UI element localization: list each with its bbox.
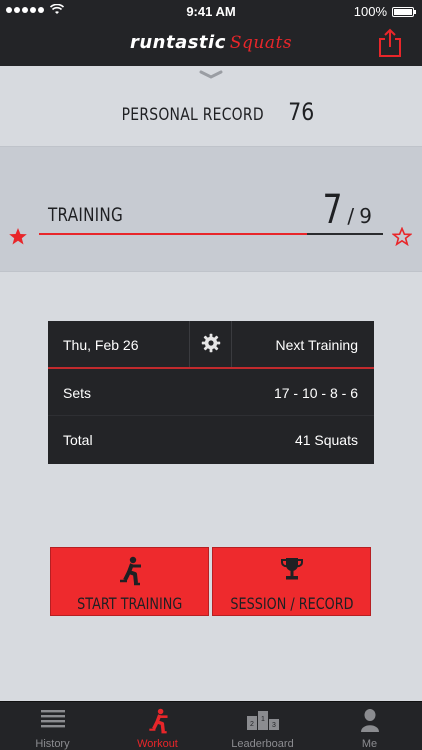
tab-leaderboard[interactable]: 2 1 3 Leaderboard bbox=[210, 702, 315, 750]
trophy-icon bbox=[280, 558, 303, 580]
svg-text:3: 3 bbox=[272, 722, 276, 729]
start-training-button[interactable]: START TRAINING bbox=[50, 547, 209, 616]
list-icon bbox=[40, 710, 65, 728]
app-logo: runtastic Squats bbox=[0, 31, 422, 54]
gear-icon bbox=[201, 333, 221, 353]
squat-icon bbox=[119, 556, 141, 586]
product-name: Squats bbox=[229, 33, 293, 53]
plan-row-sets: Sets 17 - 10 - 8 - 6 bbox=[48, 369, 374, 416]
training-separator: / bbox=[347, 204, 355, 228]
tab-workout-label: Workout bbox=[137, 738, 178, 750]
session-record-label: SESSION / RECORD bbox=[229, 594, 354, 613]
total-label: Total bbox=[63, 432, 93, 448]
tab-me[interactable]: Me bbox=[317, 702, 422, 750]
personal-record-value: 76 bbox=[287, 98, 314, 126]
next-training-label[interactable]: Next Training bbox=[276, 337, 358, 353]
sets-label: Sets bbox=[63, 385, 92, 401]
start-training-label: START TRAINING bbox=[76, 594, 183, 613]
training-current: 7 bbox=[322, 187, 343, 233]
share-button[interactable] bbox=[376, 28, 404, 58]
training-progress-bar bbox=[39, 233, 383, 235]
training-plan-card: Thu, Feb 26 Next Training Sets 17 - 10 -… bbox=[48, 321, 374, 464]
personal-record-label: PERSONAL RECORD bbox=[121, 105, 264, 125]
tab-workout[interactable]: Workout bbox=[105, 702, 210, 750]
battery-percent: 100% bbox=[353, 4, 387, 19]
battery-icon bbox=[392, 6, 416, 17]
star-outline-icon bbox=[392, 227, 412, 246]
tab-history-label: History bbox=[35, 738, 70, 750]
plan-row-total: Total 41 Squats bbox=[48, 416, 374, 463]
total-value: 41 Squats bbox=[294, 432, 358, 448]
training-label: TRAINING bbox=[48, 204, 124, 226]
tab-leaderboard-label: Leaderboard bbox=[231, 738, 294, 750]
training-progress-section: TRAINING 7 / 9 bbox=[0, 146, 422, 272]
person-icon bbox=[360, 709, 379, 732]
svg-text:2: 2 bbox=[250, 721, 254, 728]
svg-text:1: 1 bbox=[261, 716, 265, 723]
tab-me-label: Me bbox=[361, 738, 378, 750]
tab-bar: History Workout 2 1 3 Leaderboard Me bbox=[0, 701, 422, 750]
plan-date: Thu, Feb 26 bbox=[63, 337, 139, 353]
battery-area: 100% bbox=[353, 4, 416, 19]
personal-record: PERSONAL RECORD 76 bbox=[0, 98, 422, 126]
star-filled-icon bbox=[9, 228, 27, 245]
training-progress-fill bbox=[39, 233, 308, 235]
podium-icon: 2 1 3 bbox=[246, 711, 279, 730]
plan-header-row: Thu, Feb 26 Next Training bbox=[48, 321, 374, 369]
training-count: 7 / 9 bbox=[317, 187, 372, 233]
tab-history[interactable]: History bbox=[0, 702, 105, 750]
squat-icon bbox=[148, 708, 168, 734]
brand-name: runtastic bbox=[129, 32, 226, 53]
training-total: 9 bbox=[359, 204, 372, 228]
session-record-button[interactable]: SESSION / RECORD bbox=[212, 547, 371, 616]
settings-button[interactable] bbox=[189, 321, 232, 367]
nav-bar: runtastic Squats bbox=[0, 22, 422, 66]
status-bar: 9:41 AM 100% bbox=[0, 0, 422, 22]
share-icon bbox=[379, 28, 401, 57]
pull-handle-icon[interactable] bbox=[198, 70, 224, 80]
sets-value: 17 - 10 - 8 - 6 bbox=[273, 385, 358, 401]
